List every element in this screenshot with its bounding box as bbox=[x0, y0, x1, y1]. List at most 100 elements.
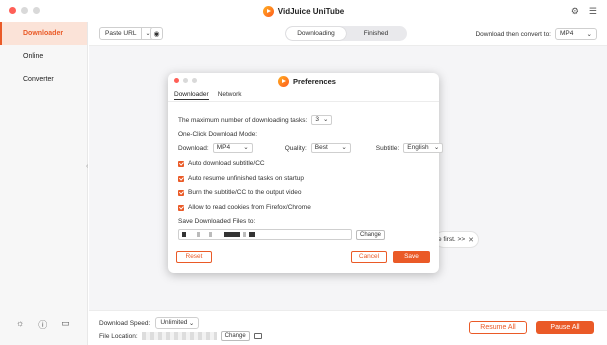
one-click-options-row: Download: MP4 ⌄ Quality: Best ⌄ Subtitle… bbox=[178, 143, 444, 153]
quality-select[interactable]: Best ⌄ bbox=[310, 143, 351, 153]
hint-text: e first. >> bbox=[438, 236, 466, 243]
quality-label: Quality: bbox=[284, 144, 307, 152]
download-speed-label: Download Speed: bbox=[99, 319, 151, 327]
window-controls bbox=[9, 7, 40, 14]
feedback-icon[interactable]: ▭ bbox=[61, 318, 70, 331]
dialog-tabs: Downloader Network bbox=[174, 91, 242, 100]
hint-pill: e first. >> ✕ bbox=[435, 231, 479, 248]
eye-icon[interactable]: ◉ bbox=[150, 27, 163, 40]
checkbox-read-cookies[interactable]: Allow to read cookies from Firefox/Chrom… bbox=[178, 204, 311, 211]
download-speed-row: Download Speed: Unlimited ⌄ bbox=[99, 317, 200, 329]
close-window-button[interactable] bbox=[9, 7, 16, 14]
sidebar-item-converter[interactable]: Converter bbox=[0, 68, 87, 91]
tab-downloader[interactable]: Downloader bbox=[174, 91, 209, 100]
convert-to-label: Download then convert to: bbox=[475, 30, 551, 38]
redacted-path-segment bbox=[182, 232, 186, 237]
chevron-down-icon: ⌄ bbox=[433, 144, 440, 151]
download-tabs: Downloading Finished bbox=[285, 26, 407, 41]
subtitle-select[interactable]: English ⌄ bbox=[403, 143, 444, 153]
dialog-zoom-button[interactable] bbox=[192, 78, 197, 83]
convert-format-value: MP4 bbox=[560, 30, 574, 37]
max-tasks-value: 3 bbox=[315, 116, 319, 123]
subtitle-label: Subtitle: bbox=[375, 144, 400, 152]
download-speed-select[interactable]: Unlimited ⌄ bbox=[155, 317, 200, 329]
quality-value: Best bbox=[314, 144, 328, 151]
theme-icon[interactable]: ☼ bbox=[16, 318, 24, 331]
save-files-label: Save Downloaded Files to: bbox=[178, 218, 256, 225]
download-format-label: Download: bbox=[178, 144, 209, 152]
dialog-header: Preferences Downloader Network bbox=[168, 73, 439, 102]
checkbox-burn-subtitle[interactable]: Burn the subtitle/CC to the output video bbox=[178, 189, 301, 196]
download-format-select[interactable]: MP4 ⌄ bbox=[212, 143, 253, 153]
checkbox-label: Burn the subtitle/CC to the output video bbox=[188, 189, 302, 196]
convert-format-select[interactable]: MP4 ⌄ bbox=[555, 28, 597, 40]
max-tasks-label: The maximum number of downloading tasks: bbox=[178, 116, 308, 124]
file-location-label: File Location: bbox=[99, 332, 138, 340]
sidebar-item-online[interactable]: Online bbox=[0, 45, 87, 68]
chevron-down-icon: ⌄ bbox=[341, 144, 347, 151]
menu-icon[interactable]: ☰ bbox=[589, 6, 597, 17]
chevron-down-icon: ⌄ bbox=[188, 320, 195, 327]
toolbar: Paste URL ⌄ ◉ Downloading Finished Downl… bbox=[89, 22, 607, 46]
title-icons: ⚙ ☰ bbox=[571, 6, 597, 17]
checkbox-label: Auto resume unfinished tasks on startup bbox=[188, 175, 304, 182]
sidebar-item-downloader[interactable]: Downloader bbox=[0, 22, 87, 45]
redacted-path-segment bbox=[209, 232, 212, 237]
close-icon[interactable]: ✕ bbox=[468, 236, 474, 244]
pause-all-button[interactable]: Pause All bbox=[536, 321, 594, 334]
bottom-bar: Download Speed: Unlimited ⌄ File Locatio… bbox=[89, 310, 607, 345]
save-button[interactable]: Save bbox=[393, 251, 430, 263]
paste-url-label: Paste URL bbox=[105, 30, 137, 37]
redacted-path-segment bbox=[249, 232, 255, 237]
zoom-window-button[interactable] bbox=[33, 7, 40, 14]
tab-finished[interactable]: Finished bbox=[346, 27, 406, 40]
folder-icon[interactable] bbox=[253, 333, 262, 339]
app-window: VidJuice UniTube ⚙ ☰ Downloader Online C… bbox=[0, 0, 607, 345]
app-title: VidJuice UniTube bbox=[262, 5, 345, 17]
redacted-path-segment bbox=[243, 232, 246, 237]
checkbox-checked-icon[interactable] bbox=[178, 204, 184, 211]
checkbox-auto-subtitle[interactable]: Auto download subtitle/CC bbox=[178, 160, 265, 167]
reset-button[interactable]: Reset bbox=[176, 251, 212, 263]
resume-all-button[interactable]: Resume All bbox=[469, 321, 527, 334]
change-location-button[interactable]: Change bbox=[220, 331, 250, 341]
sidebar: Downloader Online Converter ☼ ⓘ ▭ bbox=[0, 22, 88, 345]
one-click-label: One-Click Download Mode: bbox=[178, 131, 258, 138]
app-logo-icon bbox=[262, 5, 274, 17]
download-speed-value: Unlimited bbox=[160, 319, 188, 326]
dialog-minimize-button[interactable] bbox=[183, 78, 188, 83]
tab-downloading[interactable]: Downloading bbox=[286, 27, 346, 40]
change-save-path-button[interactable]: Change bbox=[356, 229, 386, 240]
redacted-path-segment bbox=[224, 232, 240, 237]
dialog-window-controls bbox=[174, 78, 197, 83]
chevron-down-icon: ⌄ bbox=[586, 31, 592, 38]
checkbox-checked-icon[interactable] bbox=[178, 160, 184, 167]
checkbox-checked-icon[interactable] bbox=[178, 175, 184, 182]
checkbox-checked-icon[interactable] bbox=[178, 189, 184, 196]
tab-network[interactable]: Network bbox=[218, 91, 242, 100]
checkbox-label: Auto download subtitle/CC bbox=[188, 160, 265, 167]
max-tasks-select[interactable]: 3 ⌄ bbox=[311, 115, 333, 125]
dialog-close-button[interactable] bbox=[174, 78, 179, 83]
cancel-button[interactable]: Cancel bbox=[351, 251, 387, 263]
title-bar: VidJuice UniTube ⚙ ☰ bbox=[0, 0, 607, 22]
sidebar-bottom-icons: ☼ ⓘ ▭ bbox=[16, 318, 70, 331]
redacted-path-segment bbox=[197, 232, 200, 237]
download-format-value: MP4 bbox=[216, 144, 231, 151]
subtitle-value: English bbox=[407, 144, 429, 151]
minimize-window-button[interactable] bbox=[21, 7, 28, 14]
file-location-row: File Location: Change bbox=[99, 331, 262, 341]
save-path-row: Change bbox=[178, 229, 386, 240]
settings-gear-icon[interactable]: ⚙ bbox=[571, 6, 579, 17]
app-title-text: VidJuice UniTube bbox=[277, 6, 345, 16]
max-tasks-row: The maximum number of downloading tasks:… bbox=[178, 115, 333, 125]
checkbox-label: Allow to read cookies from Firefox/Chrom… bbox=[188, 204, 311, 211]
app-logo-icon bbox=[278, 76, 289, 87]
save-path-field[interactable] bbox=[178, 229, 352, 240]
paste-url-button[interactable]: Paste URL ⌄ bbox=[99, 27, 155, 40]
chevron-down-icon: ⌄ bbox=[322, 116, 329, 123]
help-icon[interactable]: ⓘ bbox=[38, 318, 47, 331]
convert-to-control: Download then convert to: MP4 ⌄ bbox=[475, 28, 597, 40]
chevron-down-icon: ⌄ bbox=[243, 144, 249, 151]
checkbox-auto-resume[interactable]: Auto resume unfinished tasks on startup bbox=[178, 175, 304, 182]
